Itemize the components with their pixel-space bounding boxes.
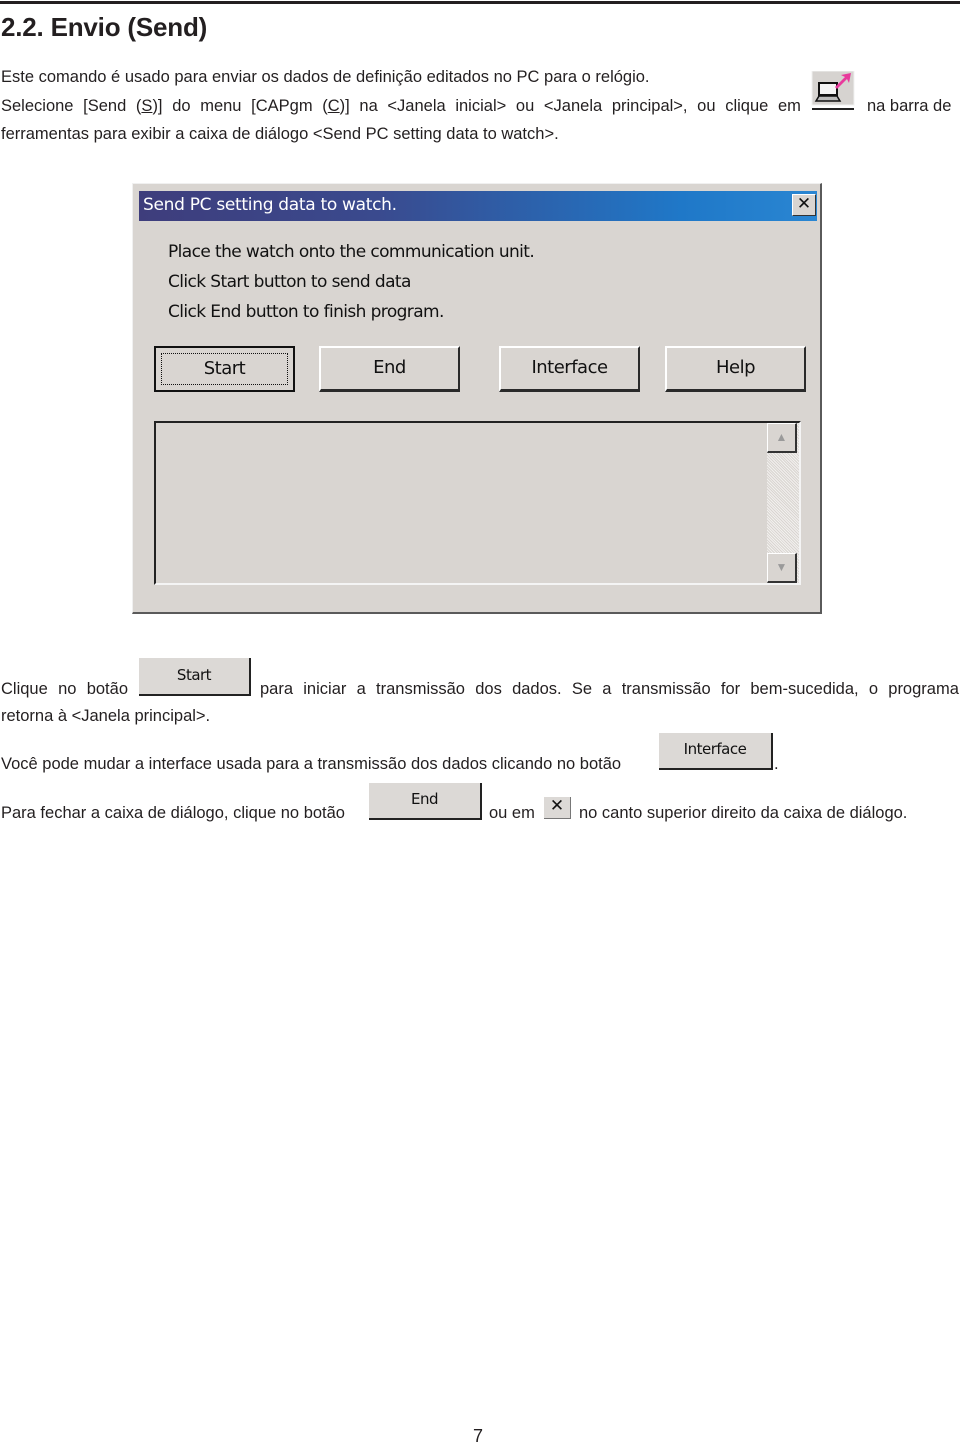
intro-line-3: ferramentas para exibir a caixa de diálo… bbox=[1, 125, 559, 143]
end-button[interactable]: End bbox=[319, 346, 460, 392]
word: do bbox=[172, 97, 191, 115]
word: transmissão bbox=[376, 680, 465, 698]
interface-para-end: . bbox=[774, 755, 779, 773]
start-button-label: Start bbox=[161, 353, 288, 385]
inline-interface-button: Interface bbox=[659, 733, 773, 770]
intro-line-2-tail: na barra de bbox=[867, 97, 952, 115]
word: dados. bbox=[512, 680, 562, 698]
word: inicial> bbox=[455, 97, 507, 115]
dialog-message-1: Place the watch onto the communication u… bbox=[168, 242, 535, 262]
inline-close-icon: ✕ bbox=[544, 797, 571, 819]
word: principal>, bbox=[611, 97, 688, 115]
word: Selecione bbox=[1, 97, 74, 115]
inline-end-button: End bbox=[369, 783, 482, 820]
intro-line-2: Selecione [Send (S)] do menu [CAPgm (C)]… bbox=[1, 97, 801, 116]
dialog-titlebar[interactable]: Send PC setting data to watch. ✕ bbox=[139, 191, 817, 221]
scroll-down-icon[interactable]: ▼ bbox=[767, 553, 797, 583]
interface-button[interactable]: Interface bbox=[499, 346, 640, 392]
word: clique bbox=[725, 97, 769, 115]
word: transmissão bbox=[621, 680, 711, 698]
close-para-after: no canto superior direito da caixa de di… bbox=[579, 804, 908, 822]
top-rule bbox=[0, 1, 960, 4]
send-to-watch-icon[interactable] bbox=[811, 70, 855, 111]
word: dos bbox=[475, 680, 502, 698]
close-para-text: Para fechar a caixa de diálogo, clique n… bbox=[1, 804, 345, 822]
word: iniciar bbox=[303, 680, 347, 698]
word: no bbox=[58, 680, 77, 698]
word: na bbox=[359, 97, 378, 115]
log-listbox[interactable]: ▲ ▼ bbox=[154, 421, 801, 585]
word: menu bbox=[200, 97, 242, 115]
dialog-message-2: Click Start button to send data bbox=[168, 272, 411, 292]
word: a bbox=[356, 680, 366, 698]
word: para bbox=[260, 680, 294, 698]
intro-line-1: Este comando é usado para enviar os dado… bbox=[1, 68, 650, 86]
word: [CAPgm bbox=[251, 97, 313, 115]
start-para-lead: Clique no botão bbox=[1, 680, 128, 699]
inline-start-button: Start bbox=[139, 658, 251, 696]
word: ou bbox=[697, 97, 716, 115]
start-para-rest: para iniciar a transmissão dos dados. Se… bbox=[260, 680, 959, 699]
dialog-message-3: Click End button to finish program. bbox=[168, 302, 444, 322]
word: Clique bbox=[1, 680, 48, 698]
help-button[interactable]: Help bbox=[665, 346, 806, 392]
dialog-title: Send PC setting data to watch. bbox=[143, 195, 397, 215]
word: bem-sucedida, bbox=[750, 680, 859, 698]
word-send-shortcut: (S)] bbox=[135, 97, 163, 115]
word: Se bbox=[571, 680, 593, 698]
word: o bbox=[868, 680, 879, 698]
word: em bbox=[777, 97, 801, 115]
start-para-line-2: retorna à <Janela principal>. bbox=[1, 707, 211, 725]
word: botão bbox=[86, 680, 128, 698]
word: [Send bbox=[83, 97, 127, 115]
send-dialog: Send PC setting data to watch. ✕ Place t… bbox=[132, 183, 822, 614]
close-para-middle: ou em bbox=[489, 804, 535, 822]
vertical-scrollbar[interactable]: ▲ ▼ bbox=[767, 423, 799, 583]
word: <Janela bbox=[543, 97, 603, 115]
section-heading: 2.2. Envio (Send) bbox=[1, 12, 208, 42]
close-icon[interactable]: ✕ bbox=[792, 194, 816, 216]
word: ou bbox=[515, 97, 535, 115]
word: programa bbox=[888, 680, 959, 698]
word: for bbox=[720, 680, 741, 698]
interface-para-text: Você pode mudar a interface usada para a… bbox=[1, 755, 622, 773]
word: a bbox=[602, 680, 612, 698]
word-capgm-shortcut: (C)] bbox=[322, 97, 350, 115]
word: <Janela bbox=[387, 97, 446, 115]
start-button[interactable]: Start bbox=[154, 346, 295, 392]
scroll-up-icon[interactable]: ▲ bbox=[767, 423, 797, 453]
